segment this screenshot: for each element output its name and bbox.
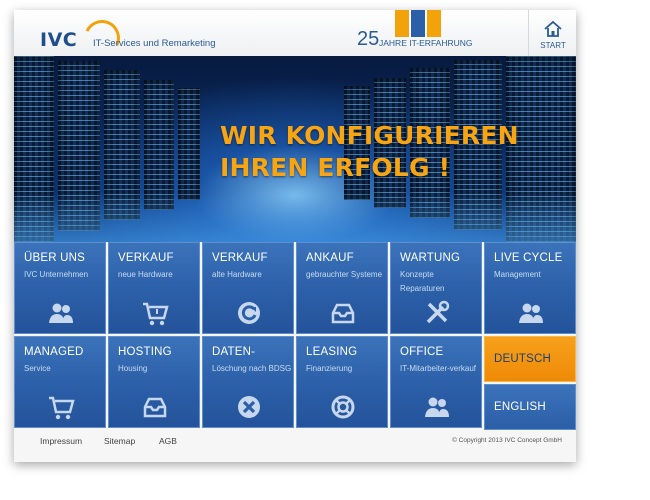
tile-verkauf-neu[interactable]: VERKAUF neue Hardware xyxy=(108,242,200,334)
sitemap-link[interactable]: Sitemap xyxy=(104,436,135,446)
tile-title: MANAGED xyxy=(24,346,84,358)
tile-managed[interactable]: MANAGED Service xyxy=(14,336,106,428)
agb-link[interactable]: AGB xyxy=(159,436,177,446)
tile-wartung[interactable]: WARTUNG Konzepte Reparaturen xyxy=(390,242,482,334)
impressum-link[interactable]: Impressum xyxy=(40,436,82,446)
inbox-icon xyxy=(143,397,167,418)
cart-icon xyxy=(143,302,169,326)
tile-title: LIVE CYCLE xyxy=(494,252,563,264)
copyright-text: © Copyright 2013 IVC Concept GmbH xyxy=(452,437,562,444)
tile-subtitle: neue Hardware xyxy=(118,270,173,279)
tile-verkauf-alt[interactable]: VERKAUF alte Hardware xyxy=(202,242,294,334)
hero-banner: WIR KONFIGURIEREN IHREN ERFOLG ! xyxy=(14,56,576,242)
anniversary-number: 25 xyxy=(357,28,380,50)
tile-title: ANKAUF xyxy=(306,252,354,264)
recycle-icon xyxy=(238,302,260,324)
tile-subtitle: alte Hardware xyxy=(212,270,262,279)
tile-subtitle: gebrauchter Systeme xyxy=(306,270,383,279)
tile-subtitle: Löschung nach BDSG xyxy=(212,364,292,373)
logo-text: IVC xyxy=(40,29,78,51)
tile-subtitle: Finanzierung xyxy=(306,364,353,373)
header: IVC IT-Services und Remarketing 25 JAHRE… xyxy=(14,10,577,62)
tile-subtitle: Konzepte Reparaturen xyxy=(400,270,445,293)
tile-subtitle: Service xyxy=(24,364,51,373)
cart-icon xyxy=(49,396,75,420)
tagline: IT-Services und Remarketing xyxy=(93,38,216,49)
tools-icon xyxy=(426,300,450,324)
tile-ueber-uns[interactable]: ÜBER UNS IVC Unternehmen xyxy=(14,242,106,334)
language-label: DEUTSCH xyxy=(494,353,551,365)
people-icon xyxy=(425,397,449,417)
floor-glow xyxy=(14,192,576,242)
start-label: START xyxy=(540,41,566,50)
tile-hosting[interactable]: HOSTING Housing xyxy=(108,336,200,428)
footer: Impressum Sitemap AGB © Copyright 2013 I… xyxy=(14,430,576,462)
tile-title: WARTUNG xyxy=(400,252,461,264)
anniversary-text: JAHRE IT-ERFAHRUNG xyxy=(379,38,473,48)
delete-icon xyxy=(238,396,260,418)
inbox-icon xyxy=(331,303,355,324)
tile-title: VERKAUF xyxy=(118,252,174,264)
tile-subtitle: Management xyxy=(494,270,541,279)
tile-datenloeschung[interactable]: DATEN- Löschung nach BDSG xyxy=(202,336,294,428)
tile-title: VERKAUF xyxy=(212,252,268,264)
lifebuoy-icon xyxy=(331,395,355,419)
start-button[interactable]: START xyxy=(528,10,577,56)
navigation-tiles: ÜBER UNS IVC Unternehmen VERKAUF neue Ha… xyxy=(14,242,576,430)
page-frame: IVC IT-Services und Remarketing 25 JAHRE… xyxy=(14,10,576,462)
people-icon xyxy=(49,303,73,323)
tile-office[interactable]: OFFICE IT-Mitarbeiter-verkauf xyxy=(390,336,482,428)
tile-subtitle: IVC Unternehmen xyxy=(24,270,89,279)
anniversary-flag-icon xyxy=(395,10,441,37)
server-rack-image xyxy=(144,80,174,210)
tile-ankauf[interactable]: ANKAUF gebrauchter Systeme xyxy=(296,242,388,334)
hero-headline: WIR KONFIGURIEREN IHREN ERFOLG ! xyxy=(220,120,519,184)
tile-title: ÜBER UNS xyxy=(24,252,86,264)
tile-title: HOSTING xyxy=(118,346,172,358)
people-icon xyxy=(519,303,543,323)
server-rack-image xyxy=(178,88,200,200)
tile-title: LEASING xyxy=(306,346,358,358)
language-english-button[interactable]: ENGLISH xyxy=(484,384,576,430)
home-icon xyxy=(544,20,562,37)
tile-live-cycle[interactable]: LIVE CYCLE Management xyxy=(484,242,576,334)
tile-title: OFFICE xyxy=(400,346,444,358)
tile-title: DATEN- xyxy=(212,346,256,358)
language-label: ENGLISH xyxy=(494,401,546,413)
language-deutsch-button[interactable]: DEUTSCH xyxy=(484,336,576,382)
tile-subtitle: Housing xyxy=(118,364,148,373)
hero-line-2: IHREN ERFOLG ! xyxy=(220,153,451,182)
hero-line-1: WIR KONFIGURIEREN xyxy=(220,121,519,150)
tile-subtitle: IT-Mitarbeiter-verkauf xyxy=(400,364,477,373)
tile-leasing[interactable]: LEASING Finanzierung xyxy=(296,336,388,428)
